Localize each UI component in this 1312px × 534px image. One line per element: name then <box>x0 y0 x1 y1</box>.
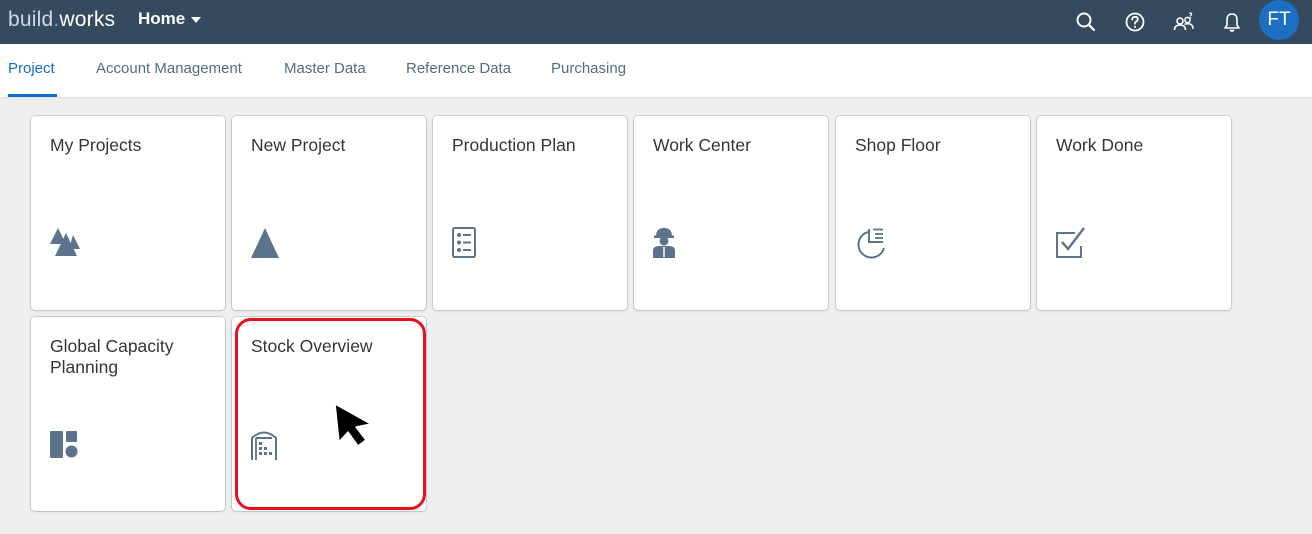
group-tab-bar: Project Account Management Master Data R… <box>0 44 1312 97</box>
tab-purchasing[interactable]: Purchasing <box>551 60 626 77</box>
shell-bar: build.works Home FT <box>0 0 1312 44</box>
home-menu-button[interactable]: Home <box>138 9 202 29</box>
tile-title: Global Capacity Planning <box>50 336 174 377</box>
tab-master-data[interactable]: Master Data <box>284 60 366 77</box>
search-icon[interactable] <box>1073 9 1099 35</box>
projects-icon <box>50 228 80 256</box>
user-avatar[interactable]: FT <box>1259 0 1299 40</box>
timeline-icon <box>857 228 885 259</box>
tile-shop-floor[interactable]: Shop Floor <box>836 116 1030 310</box>
tile-global-capacity-planning[interactable]: Global Capacity Planning <box>31 317 225 511</box>
checkbox-icon <box>1056 227 1085 258</box>
tile-title: Work Done <box>1056 135 1144 155</box>
highlight-annotation <box>235 318 426 510</box>
tab-reference-data[interactable]: Reference Data <box>406 60 511 77</box>
caret-down-icon <box>191 16 202 23</box>
brand-text-build: build <box>8 8 54 31</box>
tile-title: Production Plan <box>452 135 576 155</box>
avatar-initials: FT <box>1267 9 1291 30</box>
brand-text-works: works <box>59 8 116 31</box>
brand-logo[interactable]: build.works <box>8 8 115 32</box>
tab-account-management[interactable]: Account Management <box>96 60 242 77</box>
tile-title: Shop Floor <box>855 135 941 155</box>
tile-title: My Projects <box>50 135 142 155</box>
dashboard-blocks-icon <box>50 431 78 458</box>
tab-project[interactable]: Project <box>8 60 55 77</box>
tile-production-plan[interactable]: Production Plan <box>433 116 627 310</box>
checklist-icon <box>452 227 476 258</box>
home-menu-label: Home <box>138 9 186 28</box>
user-group-icon[interactable] <box>1171 9 1197 35</box>
help-icon[interactable] <box>1122 9 1148 35</box>
active-tab-indicator <box>8 94 57 97</box>
tile-work-done[interactable]: Work Done <box>1037 116 1231 310</box>
worker-icon <box>653 228 675 258</box>
tile-my-projects[interactable]: My Projects <box>31 116 225 310</box>
tile-title: New Project <box>251 135 346 155</box>
tile-work-center[interactable]: Work Center <box>634 116 828 310</box>
mouse-pointer-icon <box>334 403 372 447</box>
triangle-icon <box>251 228 279 258</box>
tile-new-project[interactable]: New Project <box>232 116 426 310</box>
tile-title: Work Center <box>653 135 751 155</box>
notification-bell-icon[interactable] <box>1219 9 1245 35</box>
